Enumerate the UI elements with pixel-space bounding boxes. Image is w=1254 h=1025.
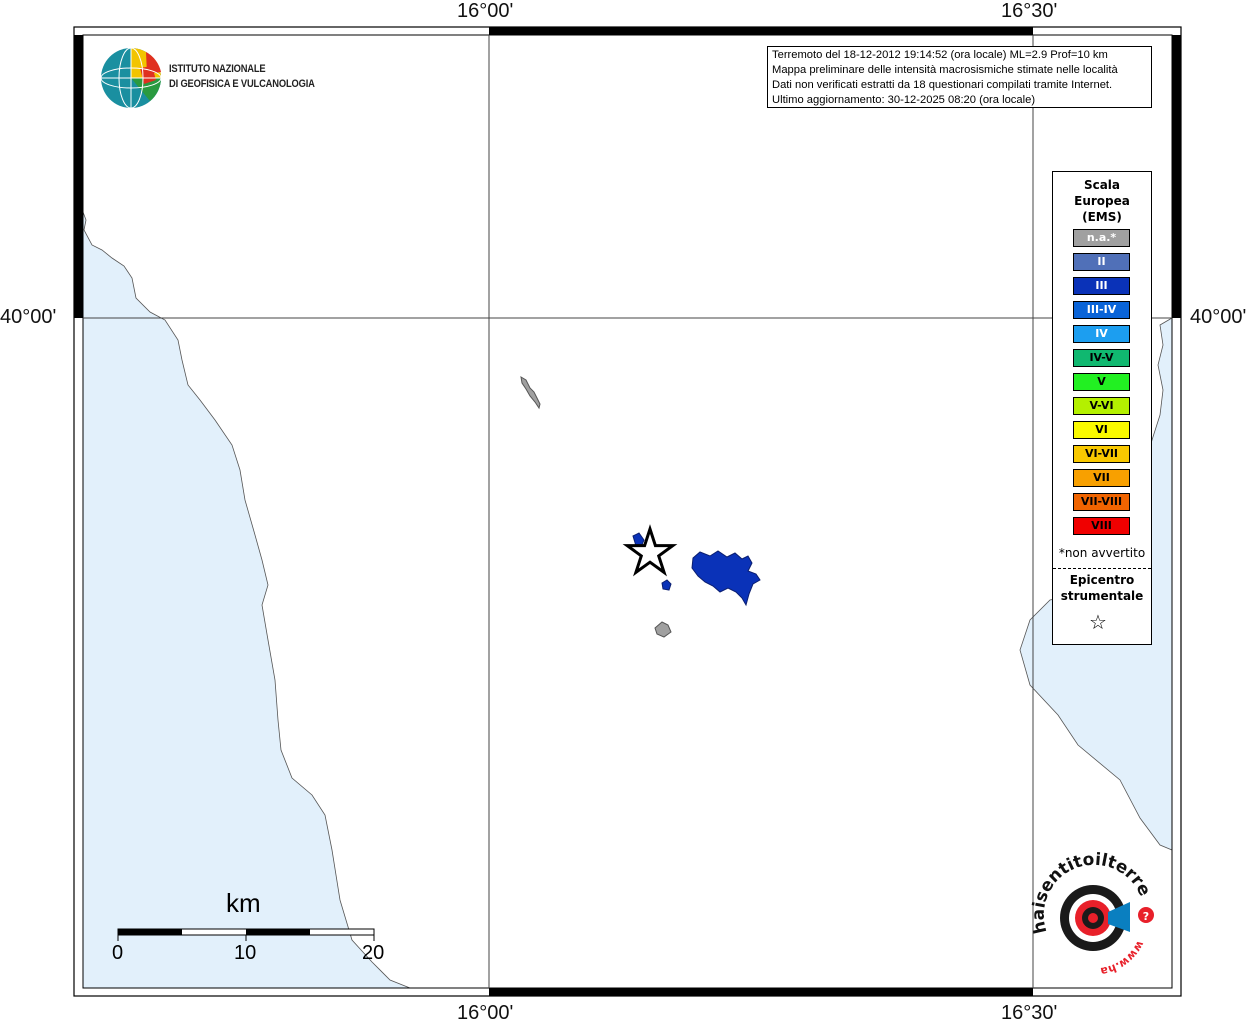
locality-na-north	[520, 376, 541, 410]
legend-swatch-8: VI	[1073, 421, 1130, 439]
legend-separator	[1053, 568, 1151, 569]
legend-swatch-11: VII-VIII	[1073, 493, 1130, 511]
legend-note: *non avvertito	[1058, 546, 1146, 560]
legend-swatch-10: VII	[1073, 469, 1130, 487]
legend-swatch-0: n.a.*	[1073, 229, 1130, 247]
legend-epicenter-star-icon: ☆	[1089, 610, 1107, 634]
ingv-name-line2: DI GEOFISICA E VULCANOLOGIA	[169, 78, 315, 90]
ingv-logo-icon	[100, 47, 162, 109]
legend-swatch-3: III-IV	[1073, 301, 1130, 319]
info-line2: Mappa preliminare delle intensità macros…	[772, 64, 1118, 76]
legend-swatch-4: IV	[1073, 325, 1130, 343]
ems-legend: Scala Europea (EMS) n.a.* II III III-IV IV IV…	[1052, 171, 1152, 645]
info-line4: Ultimo aggiornamento: 30-12-2025 08:20 (…	[772, 94, 1036, 106]
lat-label-right: 40°00'	[1190, 306, 1247, 328]
info-line3: Dati non verificati estratti da 18 quest…	[772, 79, 1113, 91]
lon-label-bottom-right: 16°30'	[1001, 1002, 1058, 1024]
lon-label-top-left: 16°00'	[457, 0, 514, 22]
svg-text:?: ?	[1143, 910, 1149, 923]
legend-title: Scala Europea (EMS)	[1074, 178, 1130, 224]
locality-iii-small	[661, 579, 672, 591]
ingv-name-line1: ISTITUTO NAZIONALE	[169, 63, 266, 75]
scale-tick-0: 0	[112, 942, 124, 964]
sea-left	[82, 211, 411, 989]
legend-swatch-5: IV-V	[1073, 349, 1130, 367]
locality-iii-main	[691, 550, 761, 607]
legend-swatch-6: V	[1073, 373, 1130, 391]
lon-label-bottom-left: 16°00'	[457, 1002, 514, 1024]
legend-swatch-7: V-VI	[1073, 397, 1130, 415]
legend-swatch-12: VIII	[1073, 517, 1130, 535]
scale-tick-10: 10	[234, 942, 257, 964]
info-line1: Terremoto del 18-12-2012 19:14:52 (ora l…	[772, 49, 1108, 61]
lon-label-top-right: 16°30'	[1001, 0, 1058, 22]
legend-swatch-9: VI-VII	[1073, 445, 1130, 463]
scale-unit: km	[226, 888, 261, 918]
lat-label-left: 40°00'	[0, 306, 57, 328]
earthquake-info-box: Terremoto del 18-12-2012 19:14:52 (ora l…	[767, 46, 1152, 108]
scale-tick-20: 20	[362, 942, 385, 964]
legend-swatch-1: II	[1073, 253, 1130, 271]
legend-epicenter-label: Epicentro strumentale	[1060, 573, 1144, 603]
legend-swatch-2: III	[1073, 277, 1130, 295]
locality-na-south	[654, 621, 672, 638]
